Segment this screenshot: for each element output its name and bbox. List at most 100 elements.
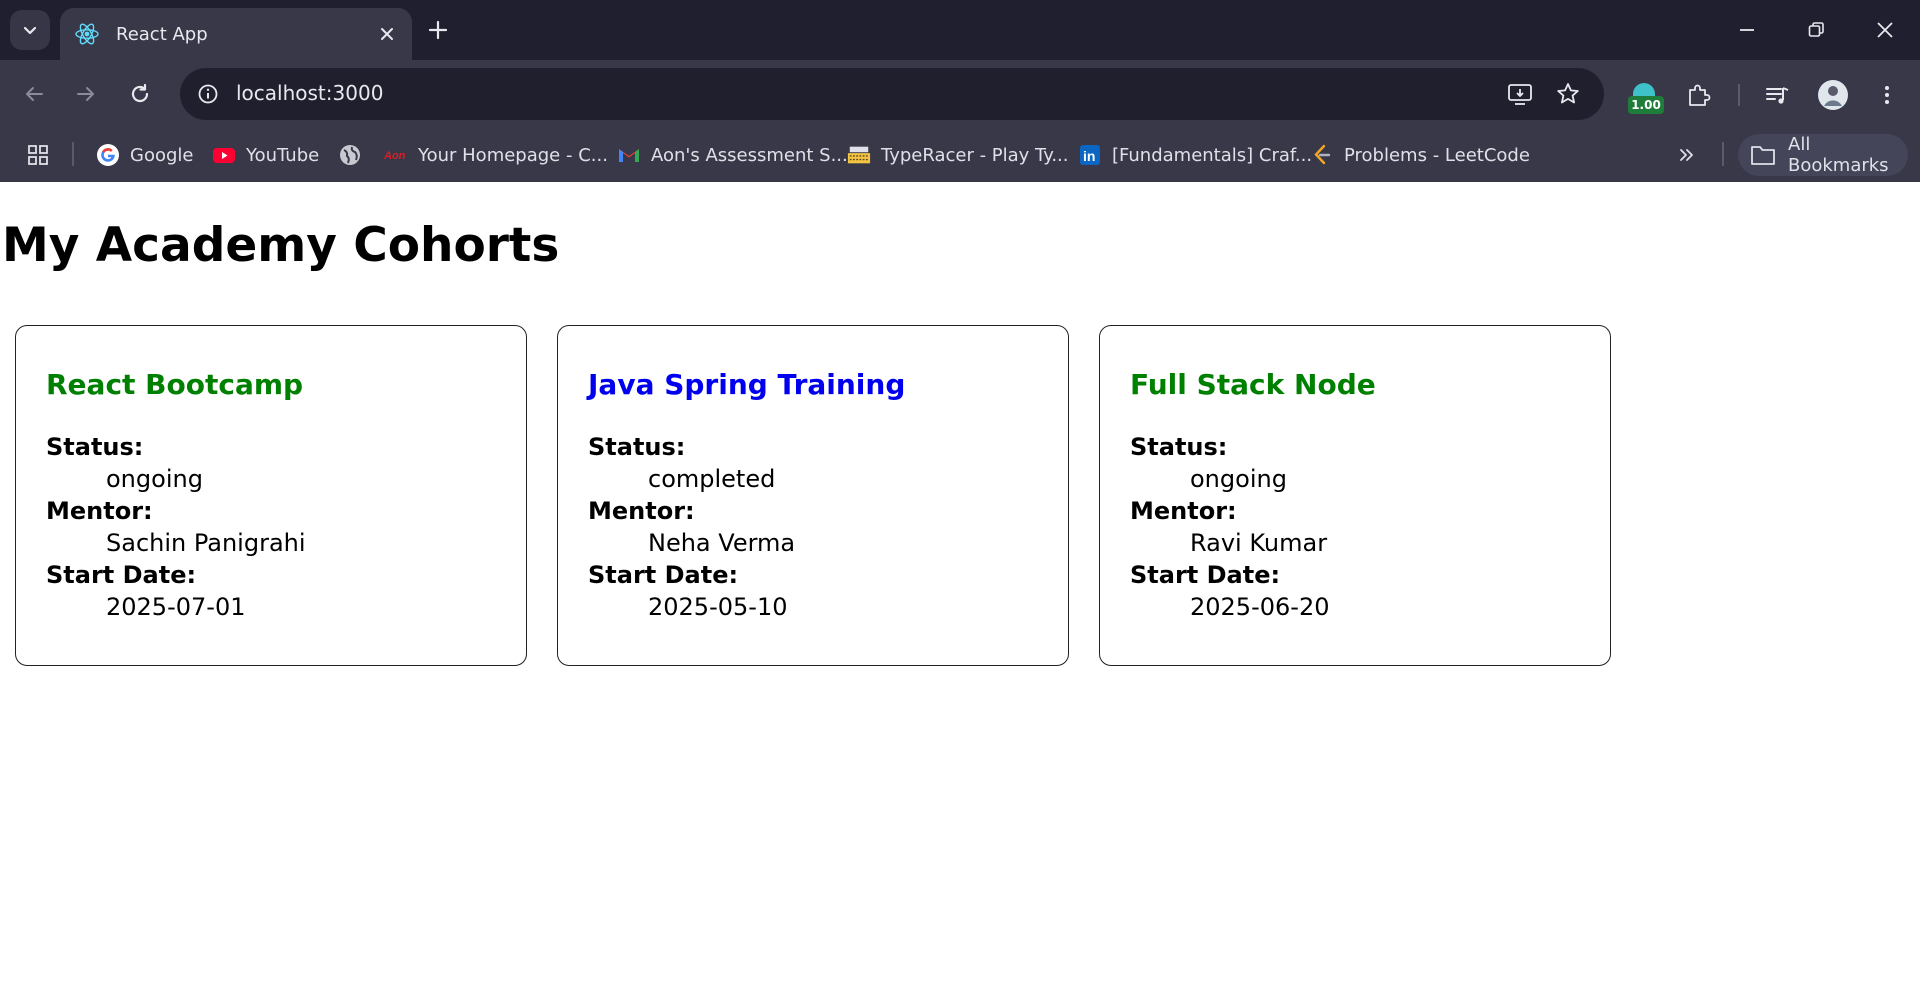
new-tab-button[interactable] bbox=[424, 16, 452, 44]
address-bar[interactable]: localhost:3000 bbox=[180, 68, 1604, 120]
linkedin-icon: in bbox=[1078, 143, 1102, 167]
install-app-button[interactable] bbox=[1506, 80, 1534, 108]
bookmark-label: Problems - LeetCode bbox=[1344, 144, 1530, 166]
minimize-icon bbox=[1740, 29, 1754, 31]
start-date-label: Start Date: bbox=[588, 561, 739, 589]
bookmark-globe[interactable] bbox=[338, 139, 372, 171]
restore-icon bbox=[1808, 22, 1824, 37]
bookmark-google[interactable]: Google bbox=[96, 139, 193, 171]
toolbar-divider bbox=[1738, 84, 1740, 106]
double-chevron-right-icon bbox=[1680, 149, 1693, 161]
bookmark-label: Aon's Assessment S... bbox=[651, 144, 848, 166]
cohort-card: React Bootcamp Status: ongoing Mentor: S… bbox=[15, 325, 527, 666]
status-value: completed bbox=[648, 465, 776, 493]
bookmark-label: TypeRacer - Play Ty... bbox=[881, 144, 1069, 166]
bookmark-leetcode[interactable]: Problems - LeetCode bbox=[1310, 139, 1530, 171]
mentor-value: Sachin Panigrahi bbox=[106, 529, 306, 557]
browser-toolbar: localhost:3000 1.00 bbox=[0, 60, 1920, 128]
more-bookmarks-button[interactable] bbox=[1676, 139, 1698, 171]
arrow-right-icon bbox=[77, 87, 94, 101]
bookmarks-bar: Google YouTube Aon Your Homepage - C... … bbox=[0, 128, 1920, 182]
status-value: ongoing bbox=[1190, 465, 1287, 493]
cohort-name: React Bootcamp bbox=[46, 368, 304, 401]
playlist-icon bbox=[1766, 87, 1789, 104]
browser-menu-button[interactable] bbox=[1870, 78, 1904, 112]
reload-icon bbox=[131, 83, 149, 103]
apps-button[interactable] bbox=[26, 139, 50, 171]
bookmark-aon-homepage[interactable]: Aon Your Homepage - C... bbox=[384, 139, 608, 171]
bookmark-star-button[interactable] bbox=[1554, 80, 1582, 108]
start-date-label: Start Date: bbox=[1130, 561, 1281, 589]
bookmark-linkedin[interactable]: in [Fundamentals] Craf... bbox=[1078, 139, 1312, 171]
extension-badge: 1.00 bbox=[1628, 96, 1664, 114]
globe-icon bbox=[338, 143, 362, 167]
info-icon bbox=[198, 84, 218, 104]
status-value: ongoing bbox=[106, 465, 203, 493]
bookmarks-divider bbox=[1722, 142, 1724, 166]
aon-icon: Aon bbox=[384, 143, 408, 167]
folder-icon bbox=[1750, 142, 1776, 168]
google-icon bbox=[96, 143, 120, 167]
cohort-details: Status: completed Mentor: Neha Verma Sta… bbox=[588, 431, 1038, 623]
extensions-menu-button[interactable] bbox=[1682, 78, 1716, 112]
puzzle-icon bbox=[1689, 84, 1711, 106]
profile-button[interactable] bbox=[1816, 78, 1850, 112]
media-controls-button[interactable] bbox=[1760, 78, 1794, 112]
close-tab-icon[interactable] bbox=[376, 23, 398, 45]
minimize-button[interactable] bbox=[1731, 14, 1763, 46]
url-text[interactable]: localhost:3000 bbox=[236, 81, 383, 105]
arrow-left-icon bbox=[26, 87, 43, 101]
bookmark-youtube[interactable]: YouTube bbox=[212, 139, 319, 171]
site-info-button[interactable] bbox=[194, 80, 222, 108]
gmail-icon bbox=[617, 143, 641, 167]
install-icon bbox=[1508, 84, 1532, 105]
cohort-card: Full Stack Node Status: ongoing Mentor: … bbox=[1099, 325, 1611, 666]
all-bookmarks-button[interactable]: All Bookmarks bbox=[1738, 134, 1908, 176]
all-bookmarks-label: All Bookmarks bbox=[1788, 134, 1889, 176]
cohort-details: Status: ongoing Mentor: Ravi Kumar Start… bbox=[1130, 431, 1580, 623]
cohort-name: Full Stack Node bbox=[1130, 368, 1376, 401]
bookmark-label: [Fundamentals] Craf... bbox=[1112, 144, 1313, 166]
svg-text:in: in bbox=[1083, 148, 1095, 164]
cohort-card: Java Spring Training Status: completed M… bbox=[557, 325, 1069, 666]
avatar-icon bbox=[1818, 80, 1848, 110]
tab-search-button[interactable] bbox=[10, 10, 50, 50]
mentor-value: Neha Verma bbox=[648, 529, 796, 557]
reload-button[interactable] bbox=[124, 78, 156, 110]
bookmark-aon-assessment[interactable]: Aon's Assessment S... bbox=[617, 139, 848, 171]
bookmark-typeracer[interactable]: TypeRacer - Play Ty... bbox=[847, 139, 1069, 171]
browser-tab[interactable]: React App bbox=[60, 8, 412, 60]
page-content: My Academy Cohorts React Bootcamp Status… bbox=[0, 182, 1920, 1008]
apps-grid-icon bbox=[28, 145, 48, 165]
close-window-button[interactable] bbox=[1869, 14, 1901, 46]
mentor-label: Mentor: bbox=[588, 497, 695, 525]
mentor-label: Mentor: bbox=[46, 497, 153, 525]
cohort-details: Status: ongoing Mentor: Sachin Panigrahi… bbox=[46, 431, 496, 623]
status-label: Status: bbox=[1130, 433, 1228, 461]
status-label: Status: bbox=[46, 433, 144, 461]
close-icon bbox=[1877, 22, 1893, 38]
page-title: My Academy Cohorts bbox=[2, 218, 560, 273]
start-date-value: 2025-05-10 bbox=[648, 593, 788, 621]
svg-text:Aon: Aon bbox=[384, 150, 406, 162]
chevron-down-icon bbox=[23, 26, 37, 35]
start-date-label: Start Date: bbox=[46, 561, 197, 589]
bookmark-label: Your Homepage - C... bbox=[418, 144, 608, 166]
status-label: Status: bbox=[588, 433, 686, 461]
bookmarks-divider bbox=[72, 142, 74, 166]
start-date-value: 2025-07-01 bbox=[106, 593, 246, 621]
browser-titlebar: React App bbox=[0, 0, 1920, 60]
start-date-value: 2025-06-20 bbox=[1190, 593, 1330, 621]
back-button[interactable] bbox=[18, 78, 50, 110]
cohort-name: Java Spring Training bbox=[588, 368, 906, 401]
bookmark-label: Google bbox=[130, 144, 194, 166]
bookmark-label: YouTube bbox=[246, 144, 320, 166]
youtube-icon bbox=[212, 143, 236, 167]
restore-button[interactable] bbox=[1800, 14, 1832, 46]
forward-button[interactable] bbox=[70, 78, 102, 110]
typeracer-icon bbox=[847, 143, 871, 167]
mentor-value: Ravi Kumar bbox=[1190, 529, 1328, 557]
tab-title: React App bbox=[116, 23, 208, 45]
leetcode-icon bbox=[1310, 143, 1334, 167]
react-logo-icon bbox=[75, 23, 99, 45]
